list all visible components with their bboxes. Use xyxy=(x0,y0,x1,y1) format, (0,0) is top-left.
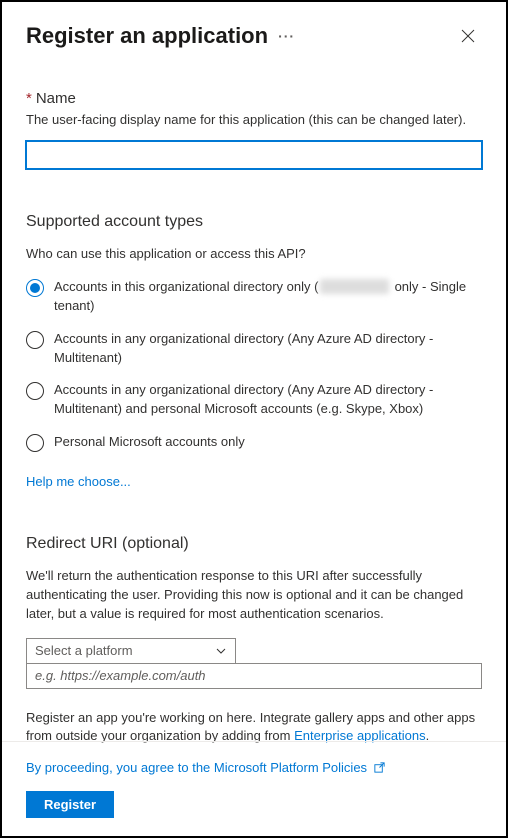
close-button[interactable] xyxy=(454,22,482,50)
register-button[interactable]: Register xyxy=(26,791,114,818)
radio-label: Accounts in any organizational directory… xyxy=(54,381,482,419)
radio-multitenant[interactable]: Accounts in any organizational directory… xyxy=(26,330,482,368)
radio-icon xyxy=(26,434,44,452)
external-link-icon xyxy=(373,761,386,774)
radio-personal-only[interactable]: Personal Microsoft accounts only xyxy=(26,433,482,452)
redirect-uri-input[interactable] xyxy=(26,663,482,689)
radio-single-tenant[interactable]: Accounts in this organizational director… xyxy=(26,278,482,316)
platform-policies-link[interactable]: By proceeding, you agree to the Microsof… xyxy=(26,760,367,775)
redirect-title: Redirect URI (optional) xyxy=(26,535,482,553)
radio-icon xyxy=(26,382,44,400)
redirect-description: We'll return the authentication response… xyxy=(26,567,482,624)
account-types-title: Supported account types xyxy=(26,213,482,231)
name-label: Name xyxy=(36,90,76,107)
chevron-down-icon xyxy=(215,645,227,657)
platform-select[interactable]: Select a platform xyxy=(26,638,236,664)
required-star: * xyxy=(26,90,32,107)
account-types-question: Who can use this application or access t… xyxy=(26,245,482,264)
radio-icon xyxy=(26,279,44,297)
radio-label: Personal Microsoft accounts only xyxy=(54,433,245,452)
close-icon xyxy=(461,29,475,43)
more-icon[interactable]: ··· xyxy=(278,28,295,44)
radio-icon xyxy=(26,331,44,349)
radio-label: Accounts in any organizational directory… xyxy=(54,330,482,368)
name-input[interactable] xyxy=(26,141,482,169)
radio-multitenant-personal[interactable]: Accounts in any organizational directory… xyxy=(26,381,482,419)
help-me-choose-link[interactable]: Help me choose... xyxy=(26,474,131,489)
radio-label: Accounts in this organizational director… xyxy=(54,278,482,316)
name-description: The user-facing display name for this ap… xyxy=(26,111,482,129)
platform-select-placeholder: Select a platform xyxy=(35,643,133,658)
page-title: Register an application xyxy=(26,23,268,49)
